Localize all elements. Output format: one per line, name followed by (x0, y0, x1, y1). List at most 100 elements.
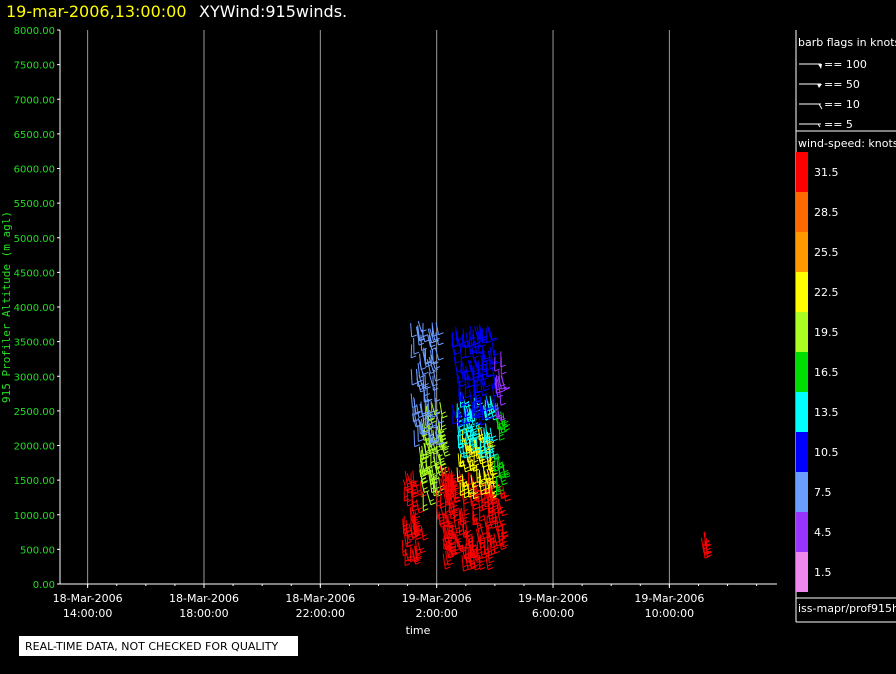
barb-flag-icon (818, 64, 822, 69)
wind-barb (492, 342, 499, 357)
x-tick-time: 18:00:00 (179, 607, 228, 620)
x-axis-ticks: 18-Mar-2006 14:00:00 18-Mar-2006 18:00:00 18… (53, 584, 758, 620)
quality-note-text: REAL-TIME DATA, NOT CHECKED FOR QUALITY (25, 640, 279, 653)
colorbar-label: 7.5 (814, 486, 832, 499)
wind-barb (440, 416, 447, 431)
colorbar-bin: 7.5 (796, 472, 832, 512)
x-tick-time: 14:00:00 (63, 607, 112, 620)
y-tick-label: 7500.00 (14, 61, 55, 72)
wind-barbs (401, 320, 713, 572)
colorbar-swatch (796, 152, 808, 192)
y-tick-label: 5000.00 (14, 234, 55, 245)
colorbar-label: 31.5 (814, 166, 839, 179)
y-axis-label: 915 Profiler Altitude (m agl) (0, 211, 13, 403)
colorbar-label: 13.5 (814, 406, 839, 419)
y-tick-label: 6500.00 (14, 130, 55, 141)
wind-barb (413, 430, 420, 448)
y-tick-label: 1000.00 (14, 511, 55, 522)
colorbar-swatch (796, 352, 808, 392)
colorbar-swatch (796, 232, 808, 272)
wind-barb (454, 349, 461, 364)
legend-panel: barb flags in knots == 100 == 50 == 10 == 5… (795, 30, 896, 623)
x-tick-time: 6:00:00 (532, 607, 574, 620)
colorbar-swatch (796, 392, 808, 432)
colorbar-swatch (796, 192, 808, 232)
colorbar-label: 28.5 (814, 206, 839, 219)
colorbar-bin: 10.5 (796, 432, 839, 472)
colorbar-swatch (796, 552, 808, 592)
x-tick-date: 18-Mar-2006 (285, 592, 355, 605)
colorbar-label: 19.5 (814, 326, 839, 339)
header-product: XYWind:915winds. (199, 2, 347, 21)
y-tick-label: 3500.00 (14, 338, 55, 349)
barb-legend-title: barb flags in knots (798, 36, 896, 49)
x-axis-label: time (406, 624, 431, 637)
x-tick-time: 2:00:00 (415, 607, 457, 620)
y-tick-label: 5500.00 (14, 199, 55, 210)
vertical-gridlines (87, 30, 670, 584)
colorbar-swatch (796, 272, 808, 312)
speed-legend-title: wind-speed: knots (798, 137, 896, 150)
colorbar-bin: 22.5 (796, 272, 839, 312)
barb-legend-label: == 5 (824, 118, 853, 131)
x-tick-date: 19-Mar-2006 (634, 592, 704, 605)
wind-barb (426, 491, 436, 506)
y-tick-label: 2500.00 (14, 407, 55, 418)
wind-barb (463, 498, 470, 516)
colorbar-swatch (796, 512, 808, 552)
y-tick-label: 8000.00 (14, 26, 55, 37)
y-tick-label: 3000.00 (14, 372, 55, 383)
x-tick-date: 19-Mar-2006 (518, 592, 588, 605)
barb-legend-item: == 50 (799, 78, 860, 91)
colorbar-swatch (796, 432, 808, 472)
colorbar-swatch (796, 312, 808, 352)
barb-legend-item: == 10 (799, 98, 860, 111)
colorbar-bin: 31.5 (796, 152, 839, 192)
y-tick-label: 6000.00 (14, 165, 55, 176)
y-tick-label: 2000.00 (14, 442, 55, 453)
y-tick-label: 7000.00 (14, 95, 55, 106)
colorbar-label: 10.5 (814, 446, 839, 459)
quality-note: REAL-TIME DATA, NOT CHECKED FOR QUALITY (19, 636, 298, 656)
header-datetime: 19-mar-2006,13:00:00 (6, 2, 187, 21)
wind-barb (417, 541, 426, 554)
barb-legend-label: == 100 (824, 58, 867, 71)
y-tick-label: 500.00 (20, 545, 55, 556)
colorbar-label: 1.5 (814, 566, 832, 579)
colorbar-swatch (796, 472, 808, 512)
y-tick-label: 4000.00 (14, 303, 55, 314)
barb-flag-icon (817, 84, 822, 88)
y-axis-ticks: 0.00 500.00 1000.00 1500.00 2000.00 2500.00 30… (14, 26, 60, 591)
barb-legend-item: == 100 (799, 58, 867, 71)
y-tick-label: 1500.00 (14, 476, 55, 487)
x-tick-time: 22:00:00 (296, 607, 345, 620)
colorbar-label: 22.5 (814, 286, 839, 299)
wind-barb (432, 375, 439, 391)
barb-legend-label: == 10 (824, 98, 860, 111)
x-tick-date: 18-Mar-2006 (169, 592, 239, 605)
wind-barb (410, 323, 417, 338)
colorbar-bin: 4.5 (796, 512, 832, 552)
barb-legend-item: == 5 (799, 118, 853, 131)
colorbar-bin: 19.5 (796, 312, 839, 352)
source-label: iss-mapr/prof915h (798, 602, 896, 615)
colorbar-bin: 28.5 (796, 192, 839, 232)
x-tick-date: 18-Mar-2006 (53, 592, 123, 605)
barb-flag-icon (818, 103, 823, 110)
barb-legend-label: == 50 (824, 78, 860, 91)
colorbar-label: 16.5 (814, 366, 839, 379)
colorbar-bin: 1.5 (796, 552, 832, 592)
colorbar-bin: 16.5 (796, 352, 839, 392)
barb-legend: == 100 == 50 == 10 == 5 (799, 58, 867, 131)
x-tick-time: 10:00:00 (645, 607, 694, 620)
colorbar-label: 4.5 (814, 526, 832, 539)
y-tick-label: 0.00 (33, 580, 55, 591)
wind-barb (420, 525, 429, 541)
wind-barb (439, 401, 448, 419)
speed-colorbar: 31.5 28.5 25.5 22.5 19.5 16.5 13.5 10.5 7.5 4.5 1.… (796, 152, 839, 592)
colorbar-bin: 25.5 (796, 232, 839, 272)
colorbar-bin: 13.5 (796, 392, 839, 432)
wind-barb (499, 391, 507, 406)
y-tick-label: 4500.00 (14, 268, 55, 279)
x-tick-date: 19-Mar-2006 (402, 592, 472, 605)
